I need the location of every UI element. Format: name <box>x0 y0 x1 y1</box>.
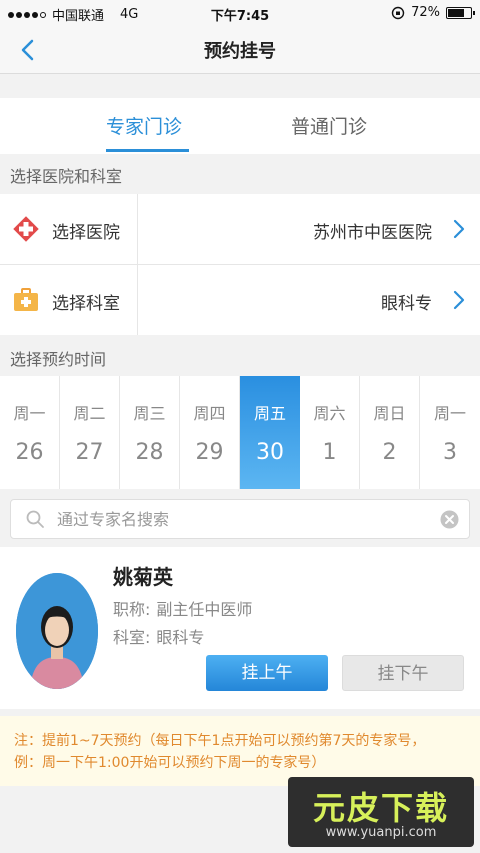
note-line-1: 注：提前1~7天预约（每日下午1点开始可以预约第7天的专家号， <box>14 733 426 749</box>
book-morning-button[interactable]: 挂上午 <box>206 655 328 691</box>
row-divider <box>137 265 138 335</box>
date-number: 3 <box>443 440 457 465</box>
day-cell[interactable]: 周一 3 <box>420 376 480 489</box>
date-number: 27 <box>75 440 104 465</box>
date-number: 1 <box>322 440 337 465</box>
tab-expert-clinic[interactable]: 专家门诊 <box>106 112 182 139</box>
battery-level <box>448 8 464 17</box>
day-cell-selected[interactable]: 周五 30 <box>240 376 300 489</box>
note-line-2: 例：周一下午1:00开始可以预约下周一的专家号） <box>14 755 326 771</box>
tab-bar: 专家门诊 普通门诊 <box>0 98 480 154</box>
weekday-label: 周五 <box>253 404 286 423</box>
weekday-label: 周四 <box>193 404 226 423</box>
selected-department-value: 眼科专 <box>381 294 432 314</box>
doctor-dept-value: 眼科专 <box>156 628 205 647</box>
doctor-avatar <box>16 573 98 689</box>
selected-hospital-value: 苏州市中医医院 <box>313 223 432 243</box>
weekday-label: 周日 <box>373 404 406 423</box>
day-cell[interactable]: 周日 2 <box>360 376 420 489</box>
page-title: 预约挂号 <box>204 41 276 62</box>
select-department-label: 选择科室 <box>52 294 120 314</box>
orientation-lock-icon <box>391 6 405 19</box>
day-cell[interactable]: 周一 26 <box>0 376 60 489</box>
watermark: 元皮下载 www.yuanpi.com <box>288 777 474 847</box>
battery-icon <box>446 6 475 19</box>
chevron-right-icon <box>453 219 465 239</box>
watermark-url: www.yuanpi.com <box>325 825 437 840</box>
section-label-time: 选择预约时间 <box>10 350 107 369</box>
date-number: 29 <box>195 440 224 465</box>
doctor-name: 姚菊英 <box>113 565 173 589</box>
weekday-label: 周一 <box>13 404 46 423</box>
weekday-label: 周六 <box>313 404 346 423</box>
select-hospital-label: 选择医院 <box>52 223 120 243</box>
watermark-text: 元皮下载 <box>312 789 449 827</box>
booking-note: 注：提前1~7天预约（每日下午1点开始可以预约第7天的专家号， 例：周一下午1:… <box>0 716 480 786</box>
search-icon <box>26 510 44 528</box>
date-number: 28 <box>135 440 164 465</box>
weekday-label: 周三 <box>133 404 166 423</box>
weekday-label: 周一 <box>433 404 466 423</box>
doctor-title-value: 副主任中医师 <box>156 600 253 619</box>
doctor-dept-label: 科室: <box>113 628 151 647</box>
doctor-department: 科室: 眼科专 <box>113 624 204 648</box>
doctor-title-label: 职称: <box>113 600 151 619</box>
day-cell[interactable]: 周三 28 <box>120 376 180 489</box>
select-hospital-row[interactable]: 选择医院 苏州市中医医院 <box>0 194 480 264</box>
medical-kit-icon <box>14 288 38 311</box>
chevron-right-icon <box>453 290 465 310</box>
section-label-hospital: 选择医院和科室 <box>10 167 123 186</box>
date-number: 30 <box>256 440 284 465</box>
navigation-bar: 预约挂号 <box>0 26 480 74</box>
day-cell[interactable]: 周六 1 <box>300 376 360 489</box>
doctor-title: 职称: 副主任中医师 <box>113 596 252 620</box>
search-input[interactable] <box>57 507 427 531</box>
day-cell[interactable]: 周二 27 <box>60 376 120 489</box>
select-department-row[interactable]: 选择科室 眼科专 <box>0 265 480 335</box>
tab-general-clinic[interactable]: 普通门诊 <box>291 112 367 139</box>
date-number: 2 <box>382 440 397 465</box>
battery-percent: 72% <box>411 5 440 20</box>
row-divider <box>137 194 138 264</box>
book-afternoon-button[interactable]: 挂下午 <box>342 655 464 691</box>
active-tab-indicator <box>106 149 189 152</box>
doctor-card: 姚菊英 职称: 副主任中医师 科室: 眼科专 挂上午 挂下午 <box>0 547 480 709</box>
day-cell[interactable]: 周四 29 <box>180 376 240 489</box>
hospital-icon <box>13 216 39 242</box>
date-number: 26 <box>15 440 44 465</box>
date-selector: 周一 26 周二 27 周三 28 周四 29 周五 30 周六 1 周日 2 … <box>0 376 480 489</box>
status-bar: 中国联通 4G 下午7:45 72% <box>0 0 480 26</box>
search-bar <box>10 499 470 539</box>
weekday-label: 周二 <box>73 404 106 423</box>
clear-icon[interactable] <box>440 510 459 529</box>
status-right: 72% <box>391 5 475 20</box>
